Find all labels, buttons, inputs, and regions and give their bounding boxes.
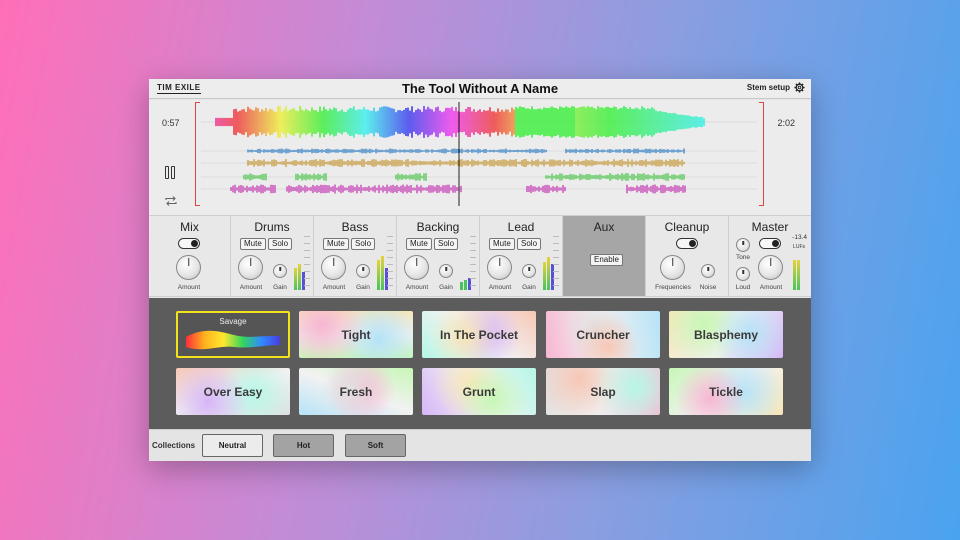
cleanup-noise-knob[interactable] — [701, 264, 715, 278]
bass-gain-label: Gain — [356, 284, 370, 291]
preset-tickle[interactable]: Tickle — [669, 368, 783, 415]
time-start: 0:57 — [162, 118, 180, 128]
lead-channel: Lead Mute Solo Amount Gain — [480, 216, 563, 296]
mix-amount-knob[interactable] — [176, 255, 201, 280]
backing-gain-knob[interactable] — [439, 264, 453, 278]
preset-grunt[interactable]: Grunt — [422, 368, 536, 415]
drums-channel: Drums Mute Solo Amount Gain — [231, 216, 314, 296]
drums-mute-button[interactable]: Mute — [240, 238, 266, 250]
app-title: The Tool Without A Name — [401, 81, 559, 96]
cleanup-toggle[interactable] — [676, 238, 698, 249]
mix-channel: Mix Amount — [149, 216, 231, 296]
mixer-strip: Mix Amount Drums Mute Solo Amount Gain B… — [149, 215, 811, 297]
rainbow-wave-graphic — [186, 330, 280, 350]
master-amount-knob[interactable] — [758, 255, 783, 280]
bass-mute-button[interactable]: Mute — [323, 238, 349, 250]
backing-mute-button[interactable]: Mute — [406, 238, 432, 250]
cleanup-frequencies-knob[interactable] — [660, 255, 685, 280]
bass-label: Bass — [341, 220, 369, 234]
loop-icon[interactable] — [164, 194, 178, 208]
backing-amount-knob[interactable] — [404, 255, 429, 280]
drums-label: Drums — [254, 220, 290, 234]
preset-label: Tickle — [709, 384, 743, 399]
time-end: 2:02 — [777, 118, 795, 128]
mix-toggle[interactable] — [178, 238, 200, 249]
bass-channel: Bass Mute Solo Amount Gain — [314, 216, 397, 296]
collections-bar: Collections Neutral Hot Soft — [149, 429, 811, 461]
master-amount-label: Amount — [759, 284, 783, 291]
master-label: Master — [751, 220, 789, 234]
collection-hot-button[interactable]: Hot — [273, 434, 334, 457]
mix-label: Mix — [180, 220, 199, 234]
cleanup-channel: Cleanup Frequencies Noise — [646, 216, 729, 296]
cleanup-label: Cleanup — [664, 220, 710, 234]
pause-button[interactable] — [165, 166, 177, 179]
aux-channel: Aux Enable — [563, 216, 646, 296]
waveform-display[interactable]: 0:57 2:02 — [149, 100, 811, 215]
cleanup-frequencies-label: Frequencies — [655, 284, 691, 291]
preset-label: Over Easy — [203, 384, 263, 399]
preset-label: In The Pocket — [439, 327, 519, 342]
lead-solo-button[interactable]: Solo — [517, 238, 542, 250]
cleanup-noise-label: Noise — [699, 284, 717, 291]
backing-solo-button[interactable]: Solo — [434, 238, 459, 250]
preset-over-easy[interactable]: Over Easy — [176, 368, 290, 415]
preset-label: Savage — [219, 317, 247, 326]
master-loud-knob[interactable] — [736, 267, 750, 281]
master-tone-knob[interactable] — [736, 238, 750, 252]
backing-gain-label: Gain — [439, 284, 453, 291]
mix-amount-label: Amount — [177, 284, 201, 291]
aux-enable-button[interactable]: Enable — [590, 254, 623, 266]
drums-amount-knob[interactable] — [238, 255, 263, 280]
plugin-window: TIM EXILE The Tool Without A Name Stem s… — [149, 79, 811, 461]
collection-neutral-button[interactable]: Neutral — [202, 434, 263, 457]
bass-solo-button[interactable]: Solo — [351, 238, 376, 250]
lead-meter-scale — [553, 236, 561, 286]
preset-blasphemy[interactable]: Blasphemy — [669, 311, 783, 358]
backing-meter-scale — [470, 236, 478, 286]
master-lufs-unit: LUFs — [793, 244, 805, 250]
preset-in-the-pocket[interactable]: In The Pocket — [422, 311, 536, 358]
master-channel: Master Tone Loud Amount -13.4 LUFs — [729, 216, 811, 296]
gear-icon — [794, 82, 805, 93]
preset-savage[interactable]: Savage — [176, 311, 290, 358]
preset-grid: Savage Tight In The Pocket Cruncher Blas… — [149, 298, 811, 429]
master-tone-label: Tone — [735, 254, 751, 261]
stem-waveforms — [201, 102, 757, 206]
drums-solo-button[interactable]: Solo — [268, 238, 293, 250]
title-bar: TIM EXILE The Tool Without A Name Stem s… — [149, 79, 811, 99]
preset-label: Cruncher — [576, 327, 630, 342]
lead-gain-label: Gain — [522, 284, 536, 291]
aux-label: Aux — [593, 220, 615, 234]
preset-label: Fresh — [339, 384, 373, 399]
collections-label: Collections — [152, 441, 196, 450]
backing-label: Backing — [416, 220, 460, 234]
master-toggle[interactable] — [759, 238, 781, 249]
preset-label: Tight — [341, 327, 371, 342]
lead-mute-button[interactable]: Mute — [489, 238, 515, 250]
lead-amount-knob[interactable] — [487, 255, 512, 280]
selection-start-marker[interactable] — [195, 102, 200, 206]
preset-label: Blasphemy — [693, 327, 759, 342]
drums-gain-label: Gain — [273, 284, 287, 291]
bass-meter-scale — [387, 236, 395, 286]
master-level-meter — [793, 256, 801, 290]
preset-cruncher[interactable]: Cruncher — [546, 311, 660, 358]
lead-gain-knob[interactable] — [522, 264, 536, 278]
preset-tight[interactable]: Tight — [299, 311, 413, 358]
drums-meter-scale — [304, 236, 312, 286]
preset-label: Grunt — [462, 384, 496, 399]
bass-amount-knob[interactable] — [321, 255, 346, 280]
master-lufs-value: -13.4 — [792, 234, 807, 241]
backing-channel: Backing Mute Solo Amount Gain — [397, 216, 480, 296]
collection-soft-button[interactable]: Soft — [345, 434, 406, 457]
stem-setup-button[interactable]: Stem setup — [747, 82, 805, 93]
preset-label: Slap — [590, 384, 616, 399]
preset-slap[interactable]: Slap — [546, 368, 660, 415]
lead-label: Lead — [507, 220, 535, 234]
bass-gain-knob[interactable] — [356, 264, 370, 278]
drums-gain-knob[interactable] — [273, 264, 287, 278]
stem-setup-label: Stem setup — [746, 83, 790, 92]
preset-fresh[interactable]: Fresh — [299, 368, 413, 415]
